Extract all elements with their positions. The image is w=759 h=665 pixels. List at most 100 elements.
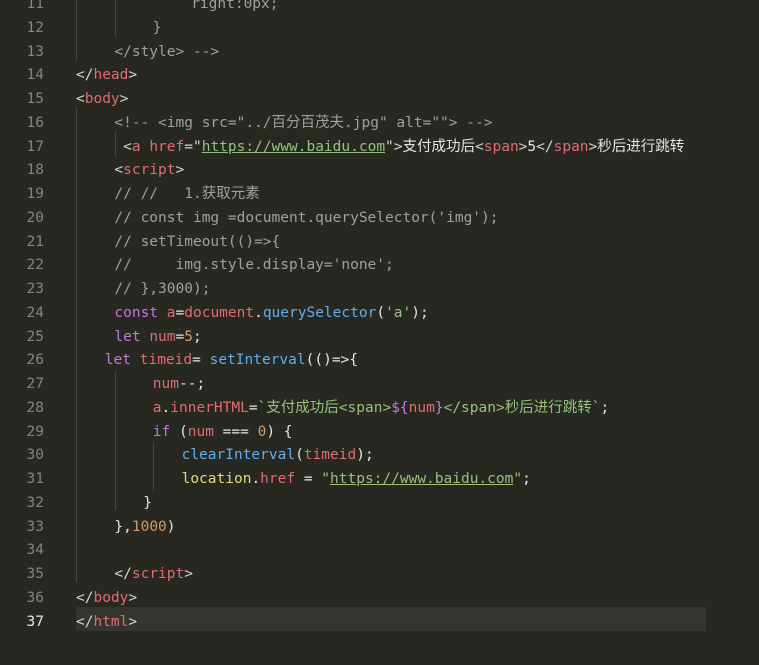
- line-number: 22: [26, 257, 44, 274]
- code-token: ;: [600, 399, 610, 416]
- code-line[interactable]: 27 num--;: [0, 372, 759, 396]
- code-token: </style> -->: [114, 43, 220, 60]
- code-token: </span>秒后进行跳转`: [443, 399, 601, 416]
- code-token: </: [114, 566, 132, 582]
- line-number: 13: [26, 43, 44, 60]
- code-line[interactable]: 34: [0, 538, 759, 562]
- line-number: 12: [26, 19, 44, 36]
- code-line[interactable]: 12}: [0, 16, 759, 40]
- code-token: </: [76, 67, 94, 84]
- code-line[interactable]: 35 </script>: [0, 562, 759, 586]
- code-token: >: [128, 67, 138, 84]
- code-token: location: [181, 471, 252, 487]
- code-line[interactable]: 19 // // 1.获取元素: [0, 182, 759, 206]
- code-token: href: [260, 471, 296, 487]
- code-line[interactable]: 30 clearInterval(timeid);: [0, 443, 759, 467]
- line-number: 16: [26, 114, 44, 131]
- code-line[interactable]: 15 <body>: [0, 87, 759, 111]
- code-token: ": [513, 471, 523, 487]
- code-line[interactable]: 14 </head>: [0, 63, 759, 87]
- code-line[interactable]: 29 if (num === 0) {: [0, 420, 759, 444]
- code-token: ;: [522, 471, 531, 487]
- code-token: num: [187, 423, 214, 440]
- code-line[interactable]: 37 </html>: [0, 610, 759, 634]
- code-token: }: [143, 494, 152, 511]
- code-line[interactable]: 17 <a href="https://www.baidu.com">支付成功后…: [0, 135, 759, 159]
- code-text: if (num === 0) {: [153, 420, 293, 444]
- code-token: =: [248, 399, 258, 416]
- code-line[interactable]: 13 </style> -->: [0, 40, 759, 64]
- code-line[interactable]: 18 <script>: [0, 158, 759, 182]
- code-token: right:0px;: [191, 0, 279, 12]
- code-token: 5: [527, 138, 537, 155]
- code-token: >: [184, 566, 193, 582]
- code-token: // const img =document.querySelector('im…: [114, 209, 499, 226]
- code-text: </head>: [76, 63, 137, 87]
- code-token: body: [93, 589, 129, 606]
- code-token: (: [170, 423, 188, 440]
- code-text: <script>: [114, 158, 184, 182]
- code-text: </body>: [76, 586, 137, 610]
- code-text: </html>: [76, 610, 137, 634]
- code-token: setInterval: [209, 352, 306, 369]
- code-line[interactable]: 22 // img.style.display='none';: [0, 253, 759, 277]
- code-line[interactable]: 21 // setTimeout(()=>{: [0, 230, 759, 254]
- line-number: 14: [26, 67, 44, 84]
- code-token: `支付成功后<span>: [257, 399, 392, 416]
- line-number: 11: [26, 0, 44, 12]
- code-token: <: [114, 138, 132, 155]
- line-number: 34: [26, 542, 44, 559]
- line-number: 18: [26, 162, 44, 179]
- line-number: 37: [26, 613, 44, 630]
- code-token: >: [128, 613, 138, 630]
- code-text: // },3000);: [114, 277, 210, 301]
- line-number: 21: [26, 233, 44, 250]
- code-token: 秒后进行跳转: [597, 138, 685, 155]
- code-text: a.innerHTML=`支付成功后<span>${num}</span>秒后进…: [153, 396, 609, 420]
- code-token: html: [93, 613, 129, 630]
- code-token: =: [175, 304, 185, 321]
- code-line[interactable]: 36 </body>: [0, 586, 759, 610]
- code-text: clearInterval(timeid);: [182, 443, 374, 467]
- code-text: const a=document.querySelector('a');: [114, 301, 428, 325]
- code-line[interactable]: 23 // },3000);: [0, 277, 759, 301]
- code-token: </: [76, 613, 94, 630]
- code-token: timeid: [303, 447, 357, 464]
- code-token: ): [166, 518, 176, 535]
- code-text: }: [143, 491, 152, 515]
- code-line[interactable]: 24 const a=document.querySelector('a');: [0, 301, 759, 325]
- code-text: // const img =document.querySelector('im…: [114, 206, 498, 230]
- code-token: (: [295, 447, 304, 464]
- code-token: <!-- <img src="../百分百茂夫.jpg" alt=""> -->: [114, 114, 493, 131]
- code-token: <: [475, 138, 484, 155]
- code-line[interactable]: 32}: [0, 491, 759, 515]
- line-number: 28: [26, 399, 44, 416]
- code-line[interactable]: 25 let num=5;: [0, 325, 759, 349]
- line-number: 17: [26, 138, 44, 155]
- line-number: 33: [26, 518, 44, 535]
- code-line[interactable]: 11 right:0px;: [0, 0, 759, 16]
- code-text: }: [153, 16, 162, 40]
- code-token: >: [119, 91, 129, 107]
- code-token: 'a': [385, 304, 412, 321]
- code-line[interactable]: 33},1000): [0, 515, 759, 539]
- code-text: let num=5;: [114, 325, 201, 349]
- code-token: a: [152, 399, 162, 416]
- code-token: ">: [385, 138, 403, 155]
- code-line[interactable]: 28 a.innerHTML=`支付成功后<span>${num}</span>秒…: [0, 396, 759, 420]
- code-line[interactable]: 31 location.href = "https://www.baidu.com…: [0, 467, 759, 491]
- code-line[interactable]: 16 <!-- <img src="../百分百茂夫.jpg" alt=""> -…: [0, 111, 759, 135]
- code-token: =: [192, 352, 210, 369]
- code-line[interactable]: 20 // const img =document.querySelector('…: [0, 206, 759, 230]
- line-number: 24: [26, 304, 44, 321]
- code-line[interactable]: 26 let timeid= setInterval(()=>{: [0, 348, 759, 372]
- code-token: timeid: [139, 352, 193, 369]
- code-text: // setTimeout(()=>{: [114, 230, 280, 254]
- code-token: >: [175, 162, 185, 179]
- code-text: </style> -->: [114, 40, 219, 64]
- code-token: innerHTML: [170, 399, 249, 416]
- code-token: (: [376, 304, 386, 321]
- code-editor[interactable]: 11 right:0px; 12} 13 </style> --> 14 </head> 15…: [0, 0, 759, 665]
- code-token: num: [149, 328, 176, 345]
- code-token: );: [411, 304, 429, 321]
